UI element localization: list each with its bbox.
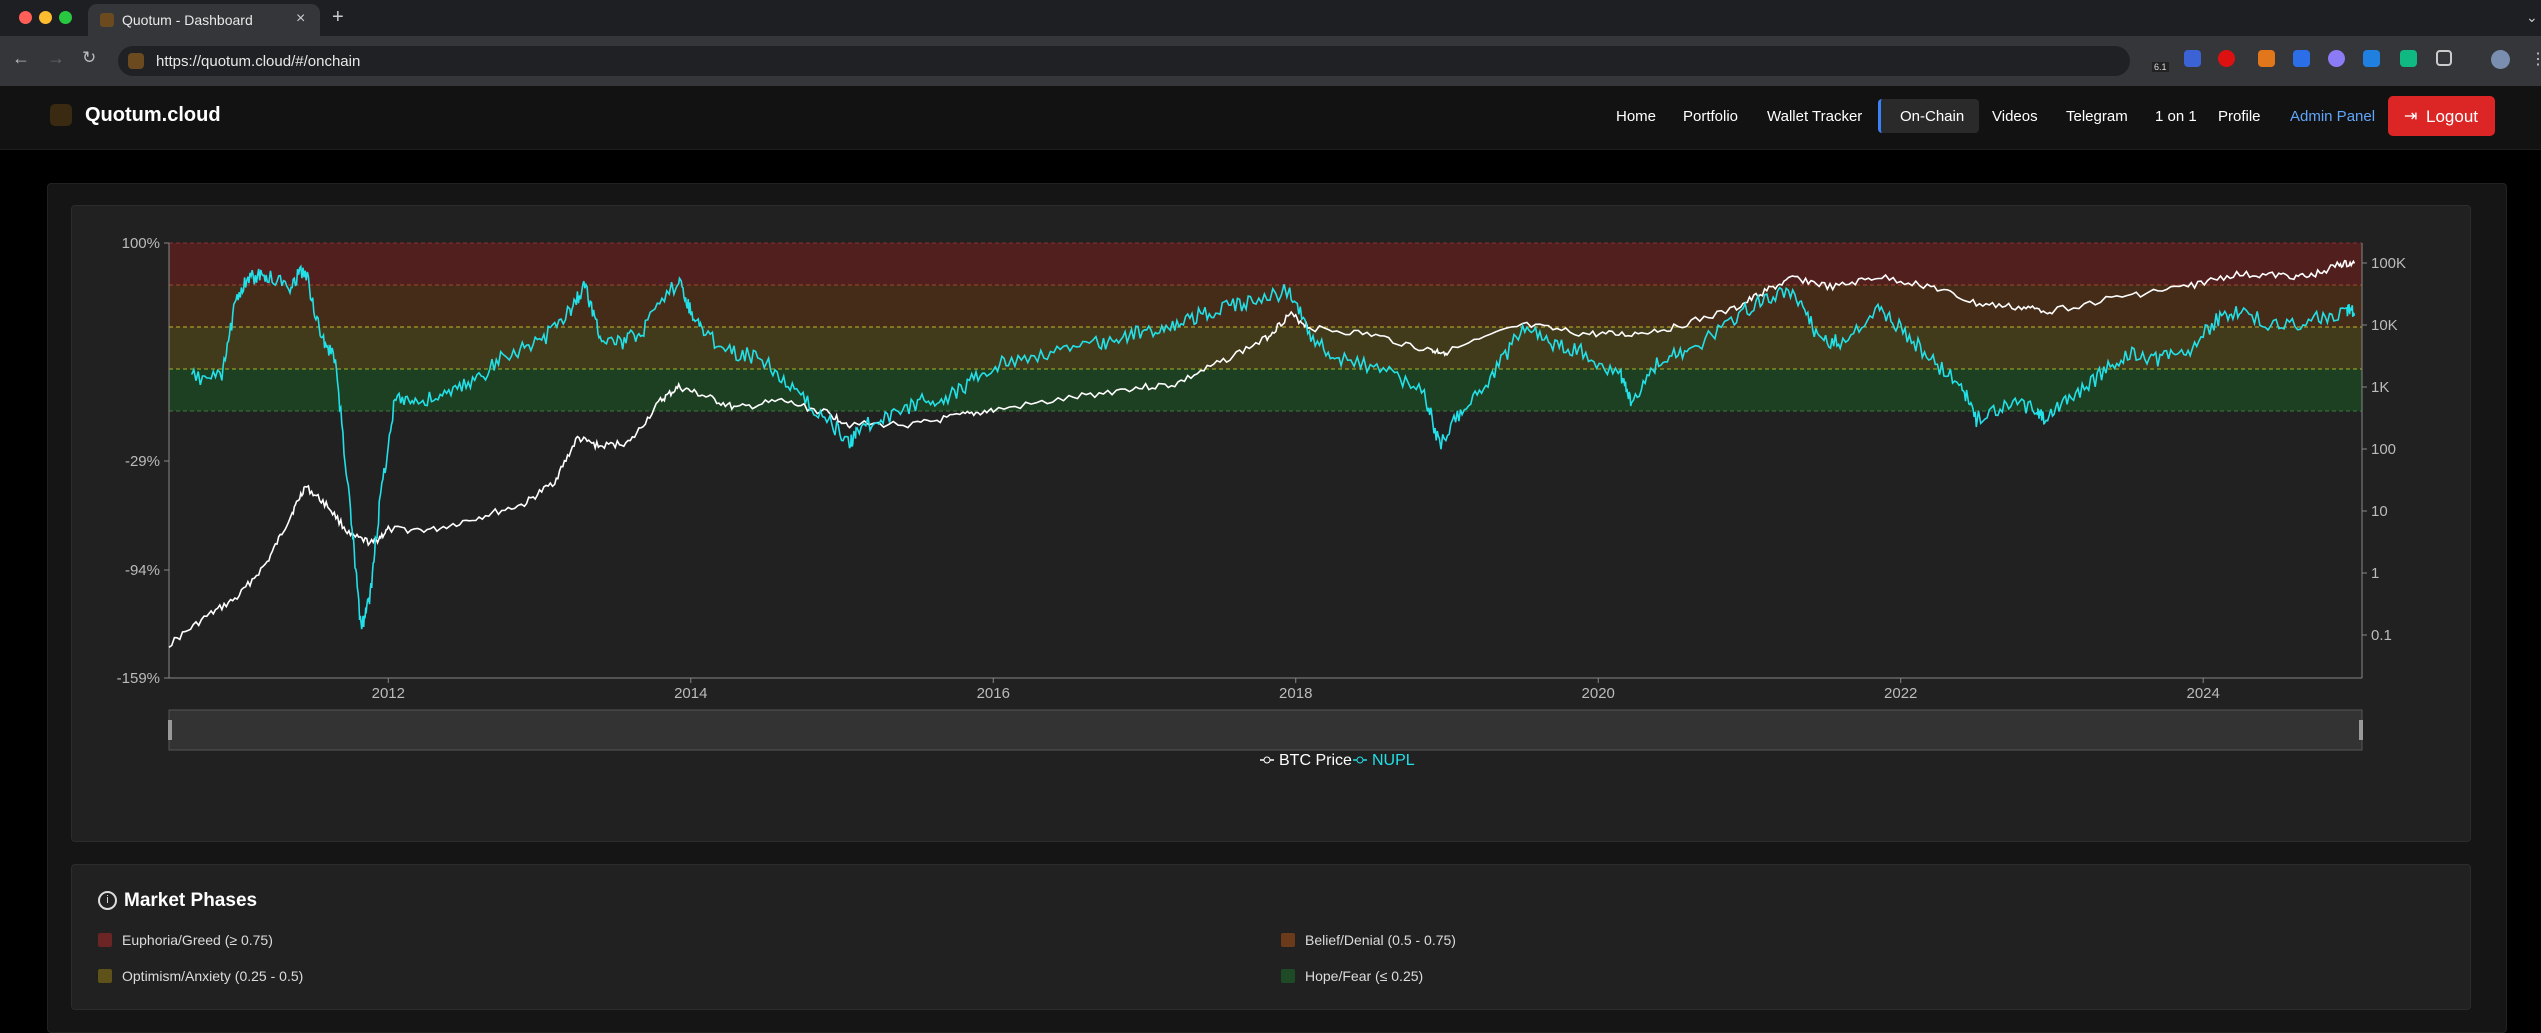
nupl-chart[interactable]: 100% -29% -94% -159% 100K 10K 1K 100 10 1 0.1 2012 2… <box>72 206 2470 841</box>
right-axis-tick-label: 10K <box>2371 317 2398 334</box>
left-axis-tick-label: 100% <box>122 235 160 252</box>
browser-menu-icon[interactable]: ⋮ <box>2530 49 2541 69</box>
right-axis-tick-label: 10 <box>2371 503 2388 520</box>
nupl-chart-card: 100% -29% -94% -159% 100K 10K 1K 100 10 1 0.1 2012 2… <box>71 205 2471 842</box>
x-axis-tick-label: 2012 <box>372 685 405 702</box>
phase-swatch <box>1281 969 1295 983</box>
browser-toolbar: ← → ↻ https://quotum.cloud/#/onchain 6.1… <box>0 36 2541 86</box>
forward-arrow-icon[interactable]: → <box>47 48 65 69</box>
phase-label: Belief/Denial (0.5 - 0.75) <box>1305 932 1456 948</box>
x-axis-tick-label: 2020 <box>1582 685 1615 702</box>
phase-label: Euphoria/Greed (≥ 0.75) <box>122 932 273 948</box>
url-text[interactable]: https://quotum.cloud/#/onchain <box>156 53 360 70</box>
right-axis-tick-label: 100K <box>2371 255 2406 272</box>
left-axis-tick-label: -159% <box>117 670 160 687</box>
range-slider-left-handle[interactable] <box>168 720 172 740</box>
phase-band <box>169 243 2362 285</box>
right-axis-tick-label: 1 <box>2371 565 2379 582</box>
tab-close-icon[interactable]: × <box>296 10 305 28</box>
site-favicon-icon <box>128 53 144 69</box>
nav-videos[interactable]: Videos <box>1992 108 2038 125</box>
phase-optimism-anxiety: Optimism/Anxiety (0.25 - 0.5) <box>98 968 303 984</box>
right-axis-tick-label: 1K <box>2371 379 2389 396</box>
market-phases-card: i Market Phases Euphoria/Greed (≥ 0.75) … <box>71 864 2471 1010</box>
new-tab-icon[interactable]: + <box>332 6 344 29</box>
range-slider-right-handle[interactable] <box>2359 720 2363 740</box>
nav-portfolio[interactable]: Portfolio <box>1683 108 1738 125</box>
legend-nupl-marker-dot <box>1356 756 1364 764</box>
range-slider-track[interactable] <box>168 709 2363 751</box>
maximize-window-icon[interactable] <box>59 11 72 24</box>
logout-icon: ⇥ <box>2404 108 2418 125</box>
k-extension-icon[interactable] <box>2293 50 2310 67</box>
browser-tab-bar: Quotum - Dashboard × + ⌄ <box>0 0 2541 36</box>
phase-euphoria-greed: Euphoria/Greed (≥ 0.75) <box>98 932 273 948</box>
left-axis-tick-label: -94% <box>125 562 160 579</box>
tab-title: Quotum - Dashboard <box>122 12 253 28</box>
red-extension-icon[interactable] <box>2218 50 2235 67</box>
nav-telegram[interactable]: Telegram <box>2066 108 2128 125</box>
reload-icon[interactable]: ↻ <box>82 48 96 68</box>
logout-button[interactable]: ⇥ Logout <box>2388 96 2495 136</box>
drop-extension-icon[interactable] <box>2363 50 2380 67</box>
phase-belief-denial: Belief/Denial (0.5 - 0.75) <box>1281 932 1456 948</box>
nav-on-chain[interactable]: On-Chain <box>1900 108 1964 125</box>
nav-one-on-one[interactable]: 1 on 1 <box>2155 108 2197 125</box>
tab-list-chevron-icon[interactable]: ⌄ <box>2526 9 2538 26</box>
quotum-logo-icon[interactable] <box>50 104 72 126</box>
left-axis-tick-label: -29% <box>125 453 160 470</box>
legend-nupl-label[interactable]: NUPL <box>1372 752 1415 769</box>
nav-admin-panel[interactable]: Admin Panel <box>2290 108 2375 125</box>
phase-swatch <box>98 969 112 983</box>
x-axis-tick-label: 2024 <box>2187 685 2220 702</box>
site-header: Quotum.cloud Home Portfolio Wallet Track… <box>0 86 2541 150</box>
right-axis-tick-label: 100 <box>2371 441 2396 458</box>
profile-avatar[interactable] <box>2491 50 2510 69</box>
close-window-icon[interactable] <box>19 11 32 24</box>
shield-extension-icon[interactable] <box>2184 50 2201 67</box>
tab-favicon-icon <box>100 13 114 27</box>
legend-btc-marker-dot <box>1263 756 1271 764</box>
logout-label: Logout <box>2426 107 2478 126</box>
x-axis-tick-label: 2022 <box>1884 685 1917 702</box>
green-extension-icon[interactable] <box>2400 50 2417 67</box>
chart-legend[interactable]: BTC Price NUPL <box>1260 752 1415 769</box>
x-axis-tick-label: 2016 <box>977 685 1010 702</box>
phase-hope-fear: Hope/Fear (≤ 0.25) <box>1281 968 1423 984</box>
puzzle-extensions-icon[interactable] <box>2436 50 2452 66</box>
phase-bands <box>169 242 2362 412</box>
legend-btc-label[interactable]: BTC Price <box>1279 752 1352 769</box>
purple-extension-icon[interactable] <box>2328 50 2345 67</box>
nav-home[interactable]: Home <box>1616 108 1656 125</box>
phase-label: Hope/Fear (≤ 0.25) <box>1305 968 1424 984</box>
phase-band <box>169 368 2362 411</box>
phase-label: Optimism/Anxiety (0.25 - 0.5) <box>122 968 304 984</box>
x-axis-tick-label: 2014 <box>674 685 707 702</box>
back-arrow-icon[interactable]: ← <box>12 48 30 69</box>
extension-badge: 6.1 <box>2152 62 2169 72</box>
x-axis-tick-label: 2018 <box>1279 685 1312 702</box>
range-slider[interactable] <box>168 709 2363 751</box>
address-bar[interactable]: https://quotum.cloud/#/onchain <box>118 46 2130 76</box>
info-icon: i <box>98 891 117 910</box>
nav-profile[interactable]: Profile <box>2218 108 2261 125</box>
phase-swatch <box>98 933 112 947</box>
browser-tab[interactable]: Quotum - Dashboard × <box>88 4 320 36</box>
right-axis-tick-label: 0.1 <box>2371 627 2392 644</box>
nav-wallet-tracker[interactable]: Wallet Tracker <box>1767 108 1862 125</box>
market-phases-title: Market Phases <box>124 890 258 911</box>
phase-swatch <box>1281 933 1295 947</box>
minimize-window-icon[interactable] <box>39 11 52 24</box>
metamask-extension-icon[interactable] <box>2258 50 2275 67</box>
brand-name[interactable]: Quotum.cloud <box>85 104 221 127</box>
